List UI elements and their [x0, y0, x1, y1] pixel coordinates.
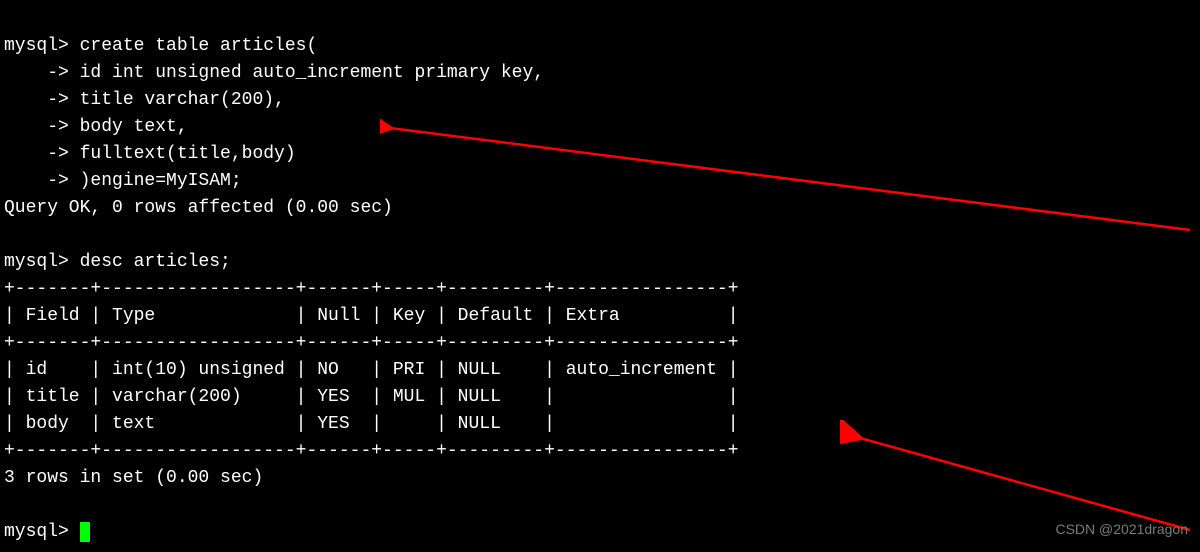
table-row: | id | int(10) unsigned | NO | PRI | NUL…	[4, 360, 739, 380]
table-header: | Field | Type | Null | Key | Default | …	[4, 306, 739, 326]
continuation-prompt: ->	[4, 117, 69, 137]
table-border: +-------+------------------+------+-----…	[4, 333, 739, 353]
table-row: | title | varchar(200) | YES | MUL | NUL…	[4, 387, 739, 407]
rows-result: 3 rows in set (0.00 sec)	[4, 468, 263, 488]
terminal-output: mysql> create table articles( -> id int …	[0, 0, 1200, 552]
prompt: mysql>	[4, 36, 69, 56]
continuation-prompt: ->	[4, 63, 69, 83]
sql-line: desc articles;	[69, 252, 231, 272]
sql-line: body text,	[69, 117, 188, 137]
cursor-icon[interactable]	[80, 522, 90, 542]
sql-line: title varchar(200),	[69, 90, 285, 110]
continuation-prompt: ->	[4, 171, 69, 191]
query-result: Query OK, 0 rows affected (0.00 sec)	[4, 198, 393, 218]
sql-line: create table articles(	[69, 36, 317, 56]
prompt: mysql>	[4, 252, 69, 272]
table-border: +-------+------------------+------+-----…	[4, 441, 739, 461]
table-border: +-------+------------------+------+-----…	[4, 279, 739, 299]
watermark-text: CSDN @2021dragon	[1055, 521, 1188, 537]
sql-line: )engine=MyISAM;	[69, 171, 242, 191]
table-row: | body | text | YES | | NULL | |	[4, 414, 739, 434]
sql-line: fulltext(title,body)	[69, 144, 296, 164]
continuation-prompt: ->	[4, 144, 69, 164]
sql-line: id int unsigned auto_increment primary k…	[69, 63, 544, 83]
continuation-prompt: ->	[4, 90, 69, 110]
prompt: mysql>	[4, 522, 80, 542]
